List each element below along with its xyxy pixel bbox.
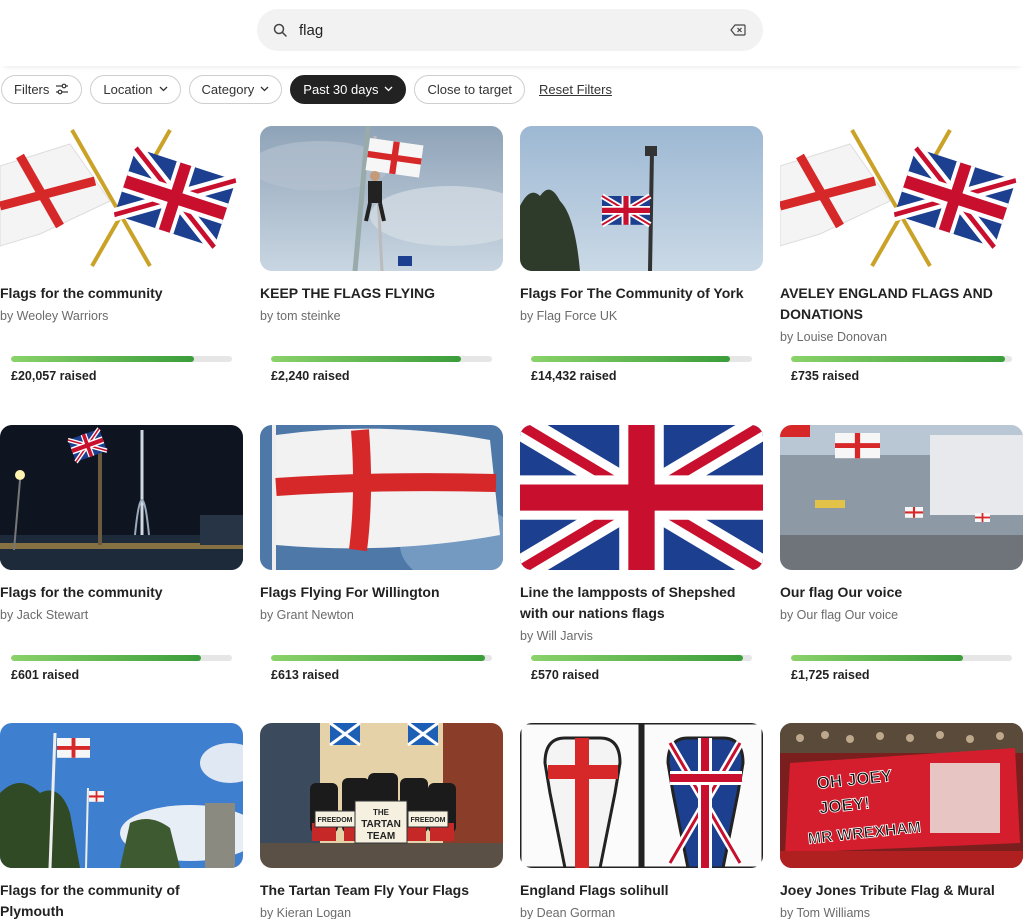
amount-raised: £570 raised: [531, 668, 600, 682]
campaign-card[interactable]: THE TARTAN TEAM FREEDOM FREEDOM The Tart…: [260, 723, 504, 919]
campaign-card[interactable]: England Flags solihull by Dean Gorman: [520, 723, 764, 919]
campaign-title[interactable]: Flags Flying For Willington: [260, 582, 492, 603]
campaign-organiser: by Kieran Logan: [260, 906, 352, 919]
campaign-card[interactable]: Flags for the community of Plymouth: [0, 723, 244, 919]
campaign-card[interactable]: AVELEY ENGLAND FLAGS AND DONATIONS by Lo…: [780, 126, 1024, 383]
search-bar[interactable]: [257, 9, 763, 51]
campaign-title[interactable]: Flags for the community of Plymouth: [0, 880, 232, 919]
date-range-chip[interactable]: Past 30 days: [290, 74, 407, 104]
campaign-image: [780, 425, 1023, 570]
filters-chip-label: Filters: [14, 81, 50, 97]
filters-chip[interactable]: Filters: [1, 74, 83, 104]
location-chip[interactable]: Location: [90, 74, 181, 104]
campaign-title[interactable]: Flags for the community: [0, 283, 232, 304]
amount-raised: £20,057 raised: [11, 369, 97, 383]
search-icon: [271, 21, 289, 39]
amount-raised: £1,725 raised: [791, 668, 870, 682]
campaign-organiser: by Weoley Warriors: [0, 309, 109, 323]
campaign-image: [260, 126, 503, 271]
campaign-organiser: by Flag Force UK: [520, 309, 618, 323]
campaign-image: [520, 126, 763, 271]
campaign-card[interactable]: Line the lampposts of Shepshed with our …: [520, 425, 764, 682]
progress-fill: [531, 655, 744, 661]
campaign-title[interactable]: The Tartan Team Fly Your Flags: [260, 880, 492, 901]
campaign-organiser: by Tom Williams: [780, 906, 871, 919]
progress-fill: [791, 356, 1006, 362]
campaign-organiser: by Jack Stewart: [0, 608, 89, 622]
progress-bar: [791, 356, 1012, 362]
campaign-title[interactable]: AVELEY ENGLAND FLAGS AND DONATIONS: [780, 283, 1012, 325]
progress-bar: [11, 356, 232, 362]
campaign-card[interactable]: KEEP THE FLAGS FLYING by tom steinke £2,…: [260, 126, 504, 383]
campaign-card[interactable]: Flags for the community by Jack Stewart …: [0, 425, 244, 682]
campaign-organiser: by tom steinke: [260, 309, 341, 323]
svg-text:TARTAN: TARTAN: [361, 819, 401, 830]
campaign-image: [260, 425, 503, 570]
campaign-organiser: by Will Jarvis: [520, 629, 593, 643]
progress-bar: [11, 655, 232, 661]
progress-bar: [531, 655, 752, 661]
campaign-image: OH JOEY JOEY! MR WREXHAM: [780, 723, 1023, 868]
clear-search-icon[interactable]: [727, 19, 749, 41]
sliders-icon: [56, 83, 69, 95]
campaign-image: [0, 425, 243, 570]
category-chip-label: Category: [201, 81, 255, 97]
close-to-target-chip-label: Close to target: [427, 81, 512, 97]
campaign-title[interactable]: Flags For The Community of York: [520, 283, 752, 304]
amount-raised: £735 raised: [791, 369, 860, 383]
amount-raised: £601 raised: [11, 668, 80, 682]
freedom-sign-text: FREEDOM: [318, 817, 353, 824]
progress-fill: [11, 356, 195, 362]
svg-text:THE: THE: [373, 808, 390, 817]
campaign-card[interactable]: Flags for the community by Weoley Warrio…: [0, 126, 244, 383]
filter-bar: Filters Location Category Past 30 days C…: [0, 74, 612, 104]
campaign-title[interactable]: KEEP THE FLAGS FLYING: [260, 283, 492, 304]
campaign-image: [520, 425, 763, 570]
campaign-card[interactable]: Our flag Our voice by Our flag Our voice…: [780, 425, 1024, 682]
progress-fill: [271, 356, 462, 362]
campaign-organiser: by Our flag Our voice: [780, 608, 899, 622]
campaign-title[interactable]: Flags for the community: [0, 582, 232, 603]
chevron-down-icon: [260, 86, 269, 92]
campaign-card[interactable]: OH JOEY JOEY! MR WREXHAM Joey Jones Trib…: [780, 723, 1024, 919]
location-chip-label: Location: [103, 81, 153, 97]
progress-bar: [531, 356, 752, 362]
campaign-image: [0, 126, 243, 271]
close-to-target-chip[interactable]: Close to target: [414, 74, 525, 104]
amount-raised: £613 raised: [271, 668, 340, 682]
campaign-title[interactable]: England Flags solihull: [520, 880, 752, 901]
search-header: [0, 0, 1024, 66]
progress-fill: [11, 655, 202, 661]
freedom-sign-text: FREEDOM: [411, 817, 446, 824]
campaign-card[interactable]: Flags Flying For Willington by Grant New…: [260, 425, 504, 682]
progress-fill: [271, 655, 486, 661]
reset-filters-link[interactable]: Reset Filters: [539, 82, 612, 97]
progress-fill: [791, 655, 964, 661]
campaign-title[interactable]: Line the lampposts of Shepshed with our …: [520, 582, 752, 624]
campaign-image: THE TARTAN TEAM FREEDOM FREEDOM: [260, 723, 503, 868]
campaign-organiser: by Grant Newton: [260, 608, 354, 622]
amount-raised: £14,432 raised: [531, 369, 617, 383]
campaign-image: [0, 723, 243, 868]
campaign-organiser: by Dean Gorman: [520, 906, 616, 919]
campaign-image: [780, 126, 1023, 271]
amount-raised: £2,240 raised: [271, 369, 350, 383]
campaign-organiser: by Louise Donovan: [780, 330, 888, 344]
progress-bar: [791, 655, 1012, 661]
chevron-down-icon: [384, 86, 393, 92]
progress-bar: [271, 655, 492, 661]
campaign-image: [520, 723, 763, 868]
campaign-card[interactable]: Flags For The Community of York by Flag …: [520, 126, 764, 383]
progress-fill: [531, 356, 730, 362]
campaign-title[interactable]: Joey Jones Tribute Flag & Mural: [780, 880, 1012, 901]
chevron-down-icon: [159, 86, 168, 92]
campaign-title[interactable]: Our flag Our voice: [780, 582, 1012, 603]
svg-text:TEAM: TEAM: [367, 831, 395, 842]
search-input[interactable]: [299, 21, 727, 39]
category-chip[interactable]: Category: [188, 74, 283, 104]
date-range-chip-label: Past 30 days: [303, 81, 379, 97]
progress-bar: [271, 356, 492, 362]
